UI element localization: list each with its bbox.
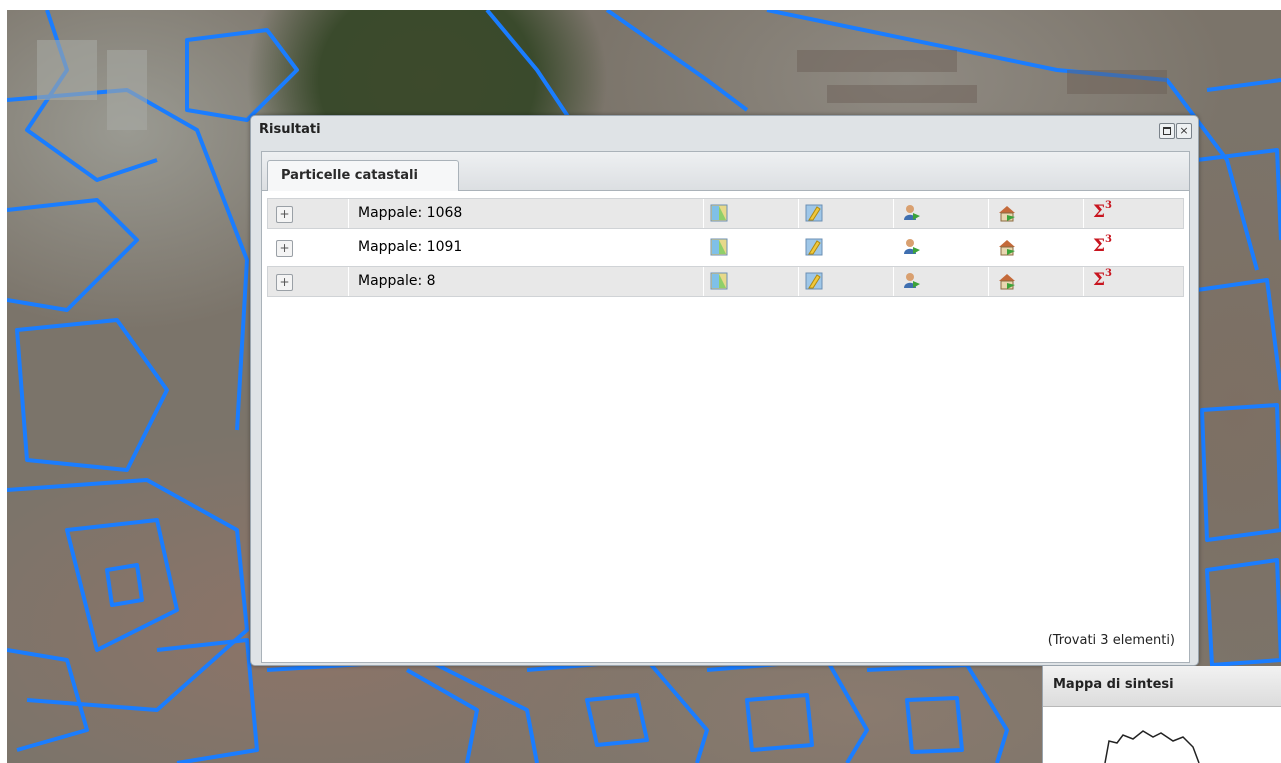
overview-map-outline: [1104, 730, 1200, 763]
tab-label: Particelle catastali: [281, 168, 418, 183]
tab-strip: Particelle catastali: [262, 152, 1189, 191]
cell-divider: [893, 267, 894, 296]
cell-divider: [988, 267, 989, 296]
overview-header: Mappa di sintesi: [1043, 666, 1281, 707]
window-title: Risultati: [259, 122, 321, 137]
cell-divider: [798, 267, 799, 296]
cell-divider: [703, 199, 704, 228]
cell-divider: [348, 267, 349, 296]
cell-divider: [988, 199, 989, 228]
cell-divider: [703, 267, 704, 296]
building-house-icon[interactable]: [998, 204, 1016, 222]
window-header[interactable]: Risultati ×: [251, 116, 1198, 146]
row-label: Mappale: 1091: [358, 239, 463, 255]
close-icon[interactable]: ×: [1176, 123, 1192, 139]
sum-sigma-icon[interactable]: Σ3: [1093, 268, 1112, 290]
overview-map-panel[interactable]: Mappa di sintesi: [1042, 666, 1281, 763]
map-sheet-icon[interactable]: [710, 204, 728, 222]
sum-sigma-icon[interactable]: Σ3: [1093, 200, 1112, 222]
expand-plus-icon[interactable]: +: [276, 206, 293, 223]
sum-sigma-icon[interactable]: Σ3: [1093, 234, 1112, 256]
result-count: (Trovati 3 elementi): [1047, 633, 1175, 648]
highlight-map-icon[interactable]: [805, 204, 823, 222]
row-label: Mappale: 1068: [358, 205, 463, 221]
cell-divider: [348, 199, 349, 228]
highlight-map-icon[interactable]: [805, 238, 823, 256]
owner-person-icon[interactable]: [903, 204, 921, 222]
cell-divider: [1083, 199, 1084, 228]
result-row[interactable]: + Mappale: 1091 Σ3: [267, 232, 1184, 263]
results-panel: Particelle catastali + Mappale: 1068 Σ3 …: [261, 151, 1190, 663]
building-house-icon[interactable]: [998, 272, 1016, 290]
maximize-icon[interactable]: [1159, 123, 1175, 139]
highlight-map-icon[interactable]: [805, 272, 823, 290]
map-sheet-icon[interactable]: [710, 238, 728, 256]
owner-person-icon[interactable]: [903, 272, 921, 290]
building-house-icon[interactable]: [998, 238, 1016, 256]
overview-title: Mappa di sintesi: [1053, 677, 1174, 692]
owner-person-icon[interactable]: [903, 238, 921, 256]
expand-plus-icon[interactable]: +: [276, 240, 293, 257]
result-row[interactable]: + Mappale: 8 Σ3: [267, 266, 1184, 297]
tab-particelle-catastali[interactable]: Particelle catastali: [267, 160, 459, 191]
cell-divider: [1083, 267, 1084, 296]
cell-divider: [893, 199, 894, 228]
results-window[interactable]: Risultati × Particelle catastali + Mappa…: [250, 115, 1199, 666]
row-label: Mappale: 8: [358, 273, 436, 289]
map-sheet-icon[interactable]: [710, 272, 728, 290]
cell-divider: [798, 199, 799, 228]
expand-plus-icon[interactable]: +: [276, 274, 293, 291]
result-row[interactable]: + Mappale: 1068 Σ3: [267, 198, 1184, 229]
